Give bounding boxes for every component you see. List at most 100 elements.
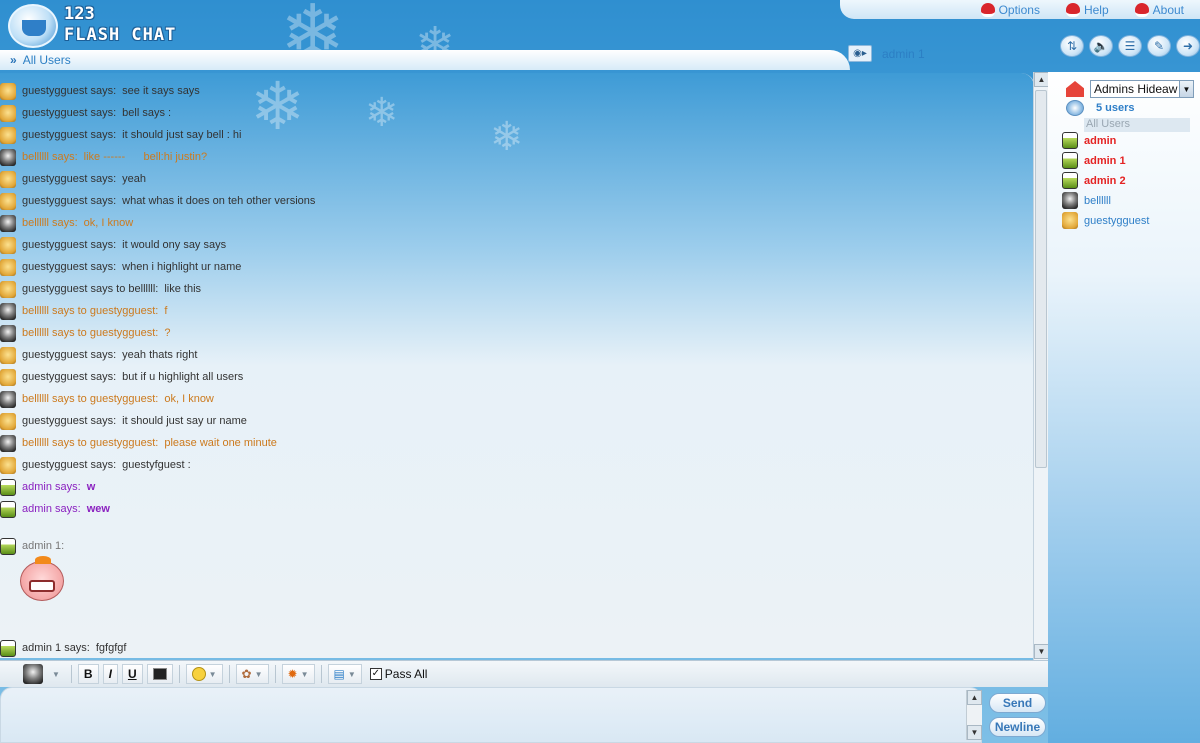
- last-message: admin 1 says: fgfgfgf: [0, 638, 126, 658]
- volume-icon[interactable]: 🔈: [1089, 35, 1113, 57]
- guest-avatar-icon: [0, 280, 16, 298]
- admin-avatar-icon: [1062, 152, 1078, 169]
- message-sender: guestygguest says:: [22, 349, 117, 361]
- message-row: guestygguest says to bellllll: like this: [0, 279, 201, 299]
- notes-icon[interactable]: ☰: [1118, 35, 1142, 57]
- user-list-item[interactable]: admin: [1062, 132, 1116, 149]
- message-row: guestygguest says: when i highlight ur na…: [0, 257, 241, 277]
- send-button[interactable]: Send: [989, 693, 1046, 713]
- menu-help[interactable]: Help: [1065, 2, 1109, 17]
- scroll-thumb[interactable]: [1035, 90, 1047, 468]
- message-sender: guestygguest says:: [22, 459, 117, 471]
- guest-avatar-icon: [0, 104, 16, 122]
- bell-avatar-icon: [0, 148, 16, 166]
- user-list-item[interactable]: bellllll: [1062, 192, 1111, 209]
- color-picker-button[interactable]: [146, 664, 173, 684]
- bell-avatar-icon: [0, 434, 16, 452]
- message-text: f: [164, 305, 168, 317]
- admin-avatar-icon: [0, 639, 16, 657]
- background-picker-button[interactable]: ▤ ▼: [327, 664, 362, 684]
- message-sender: admin says:: [22, 503, 81, 515]
- smiley-picker-button[interactable]: ▼: [185, 664, 223, 684]
- input-scrollbar[interactable]: ▲ ▼: [966, 690, 982, 740]
- message-text: please wait one minute: [164, 437, 277, 449]
- message-text: it would ony say says: [122, 239, 227, 251]
- bell-avatar-icon: [0, 324, 16, 342]
- user-list-item[interactable]: admin 1: [1062, 152, 1126, 169]
- scroll-down-arrow-icon[interactable]: ▼: [967, 725, 982, 740]
- scroll-up-arrow-icon[interactable]: ▲: [1034, 72, 1049, 87]
- sort-icon[interactable]: ⇅: [1060, 35, 1084, 57]
- scroll-down-arrow-icon[interactable]: ▼: [1034, 644, 1049, 659]
- chat-area: ❄ ❄ ❄ guestygguest says: see it says says…: [0, 73, 1035, 658]
- top-menu: Options Help About: [840, 0, 1200, 19]
- message-text: wew: [86, 503, 110, 515]
- message-row: guestygguest says: it should just say bel…: [0, 125, 241, 145]
- guest-avatar-icon: [0, 236, 16, 254]
- message-text: when i highlight ur name: [122, 261, 242, 273]
- menu-help-label: Help: [1083, 2, 1109, 17]
- message-row: bellllll says to guestygguest: f: [0, 301, 167, 321]
- pass-all-label: Pass All: [384, 667, 428, 681]
- message-row: admin says: w: [0, 477, 95, 497]
- message-row: guestygguest says: yeah thats right: [0, 345, 197, 365]
- message-row: guestygguest says: bell says :: [0, 103, 171, 123]
- guest-avatar-icon: [0, 258, 16, 276]
- logout-icon[interactable]: ➜: [1176, 35, 1200, 57]
- message-text: like ------ bell:hi justin?: [83, 151, 208, 163]
- message-sender: guestygguest says:: [22, 415, 117, 427]
- menu-about-label: About: [1152, 2, 1184, 17]
- user-name: admin 2: [1084, 174, 1126, 187]
- emote-sender: admin 1:: [22, 540, 65, 552]
- menu-about[interactable]: About: [1134, 2, 1184, 17]
- guest-avatar-icon: [0, 456, 16, 474]
- guest-avatar-icon: [0, 170, 16, 188]
- message-row: bellllll says to guestygguest:?: [0, 323, 170, 343]
- pass-all-checkbox[interactable]: ✓ Pass All: [369, 667, 428, 681]
- chevron-down-icon: ▼: [1179, 81, 1193, 97]
- room-selector-row: Admins Hideaw ▼: [1066, 80, 1194, 98]
- users-icon: [1066, 100, 1084, 116]
- user-list-item[interactable]: admin 2: [1062, 172, 1126, 189]
- message-row: bellllll says to guestygguest: please wai…: [0, 433, 277, 453]
- user-list-item[interactable]: guestygguest: [1062, 212, 1149, 229]
- message-text: like this: [164, 283, 202, 295]
- last-message-sender: admin 1 says:: [22, 642, 90, 654]
- all-users-item[interactable]: All Users: [1084, 118, 1190, 132]
- emote-message-header: admin 1:: [0, 536, 64, 556]
- snowflake-decoration: ❄: [490, 115, 524, 159]
- message-sender: guestygguest says:: [22, 107, 117, 119]
- bell-avatar-icon: [0, 302, 16, 320]
- avatar-icon: [23, 664, 43, 684]
- message-text: bell says :: [122, 107, 172, 119]
- message-row: bellllll says: ok, I know: [0, 213, 133, 233]
- current-user-chip[interactable]: ◉▸ admin 1: [848, 45, 925, 62]
- user-name: admin: [1084, 134, 1117, 147]
- guest-avatar-icon: [0, 192, 16, 210]
- message-row: guestygguest says: it should just say ur …: [0, 411, 247, 431]
- message-sender: bellllll says to guestygguest:: [22, 327, 159, 339]
- scroll-up-arrow-icon[interactable]: ▲: [967, 690, 982, 705]
- underline-button[interactable]: U: [121, 664, 143, 684]
- guest-avatar-icon: [0, 126, 16, 144]
- message-text: but if u highlight all users: [122, 371, 244, 383]
- newline-button[interactable]: Newline: [989, 717, 1046, 737]
- guest-avatar-icon: [0, 368, 16, 386]
- user-count: 5 users: [1096, 102, 1135, 114]
- menu-options[interactable]: Options: [980, 2, 1040, 17]
- chat-scrollbar[interactable]: ▲ ▼: [1033, 72, 1049, 660]
- edit-icon[interactable]: ✎: [1147, 35, 1171, 57]
- room-select[interactable]: Admins Hideaw ▼: [1090, 80, 1194, 98]
- effects-picker-button[interactable]: ✿ ▼: [235, 664, 269, 684]
- message-text: see it says says: [122, 85, 200, 97]
- message-sender: bellllll says:: [22, 217, 78, 229]
- avatar-picker-button[interactable]: ▼: [18, 664, 65, 684]
- room-select-value: Admins Hideaw: [1094, 82, 1178, 96]
- user-status-icon[interactable]: ◉▸: [848, 45, 872, 62]
- message-sender: guestygguest says:: [22, 173, 117, 185]
- tab-all-users[interactable]: » All Users: [0, 50, 850, 70]
- message-input[interactable]: [13, 694, 963, 734]
- italic-button[interactable]: I: [102, 664, 118, 684]
- bold-button[interactable]: B: [77, 664, 99, 684]
- sound-picker-button[interactable]: ✹ ▼: [281, 664, 315, 684]
